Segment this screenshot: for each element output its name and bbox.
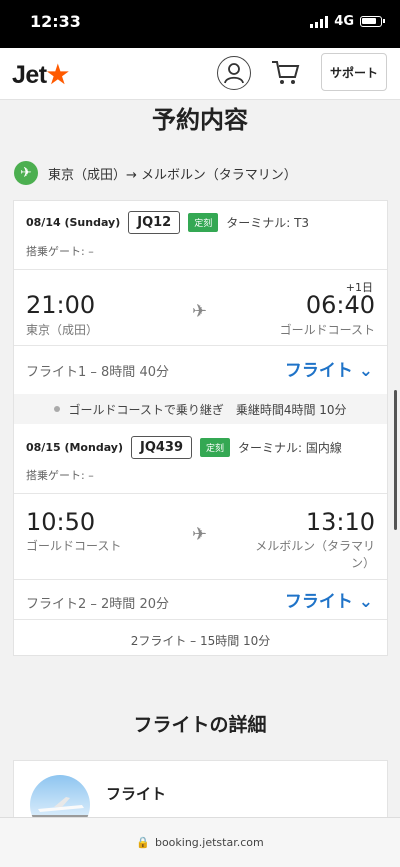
connection-text: ゴールドコーストで乗り継ぎ 乗継時間4時間 10分 [68, 402, 347, 417]
route-text: 東京（成田）→ メルボルン（タラマリン） [48, 167, 297, 183]
arrival-city: メルボルン（タラマリン） [255, 539, 375, 570]
logo-star-icon: ★ [46, 61, 69, 89]
flight-detail-label: フライト [106, 785, 167, 803]
section-title: フライトの詳細 [133, 714, 267, 736]
dot-icon [54, 406, 61, 412]
plane-icon: ✈ [192, 524, 208, 545]
divider [14, 493, 387, 494]
flight-number: JQ12 [128, 211, 181, 234]
departure-city: 東京（成田） [26, 323, 99, 337]
account-button[interactable] [217, 56, 251, 90]
page-title: 予約内容 [152, 106, 248, 134]
departure-time: 10:50 [26, 508, 96, 536]
url-bar[interactable]: 🔒 booking.jetstar.com [0, 817, 400, 867]
arrival-time: 13:10 [305, 508, 375, 536]
cart-icon [272, 61, 300, 84]
status-badge: 定刻 [200, 438, 231, 457]
support-button[interactable]: サポート [321, 53, 387, 91]
connection-info: ゴールドコーストで乗り継ぎ 乗継時間4時間 10分 [14, 394, 387, 424]
divider [14, 579, 387, 580]
segment-date: 08/15 (Monday) [26, 441, 123, 454]
network-label: 4G [334, 14, 354, 29]
arrival-time: 06:40 [305, 291, 375, 319]
segment-date: 08/14 (Sunday) [26, 216, 121, 229]
person-icon [224, 63, 244, 84]
signal-icon [310, 15, 329, 28]
departure-city: ゴールドコースト [26, 539, 122, 553]
scrollbar[interactable] [394, 390, 397, 530]
status-bar: 12:33 4G [0, 0, 400, 48]
divider [14, 269, 387, 270]
divider [14, 619, 387, 620]
terminal-label: ターミナル: T3 [226, 216, 310, 230]
flight-details-link[interactable]: フライト ⌄ [285, 356, 373, 381]
plane-icon: ✈ [192, 301, 208, 322]
status-time: 12:33 [30, 12, 81, 31]
itinerary-card: 08/14 (Sunday) JQ12 定刻 ターミナル: T3 搭乗ゲート: … [13, 200, 388, 656]
top-bar: Jet★ サポート [0, 48, 400, 100]
divider [14, 345, 387, 346]
route-summary: ✈ 東京（成田）→ メルボルン（タラマリン） [14, 160, 297, 186]
total-duration: 2フライト – 15時間 10分 [130, 634, 271, 648]
cart-button[interactable] [270, 57, 300, 91]
plane-icon: ✈ [14, 161, 38, 185]
arrival-city: ゴールドコースト [279, 323, 375, 337]
url-text: booking.jetstar.com [154, 836, 264, 849]
lock-icon: 🔒 [136, 836, 150, 849]
jetstar-logo[interactable]: Jet★ [12, 60, 69, 90]
terminal-label: ターミナル: 国内線 [238, 441, 342, 455]
segment-1-header: 08/14 (Sunday) JQ12 定刻 ターミナル: T3 [26, 211, 309, 234]
flight-number: JQ439 [130, 436, 193, 459]
segment-2-header: 08/15 (Monday) JQ439 定刻 ターミナル: 国内線 [26, 436, 342, 459]
flight-duration: フライト1 – 8時間 40分 [26, 365, 169, 380]
flight-details-link[interactable]: フライト ⌄ [285, 587, 373, 612]
status-badge: 定刻 [188, 213, 219, 232]
flight-duration: フライト2 – 2時間 20分 [26, 597, 169, 612]
departure-time: 21:00 [26, 291, 96, 319]
gate-label: 搭乗ゲート: – [26, 469, 94, 482]
battery-icon [360, 16, 385, 27]
gate-label: 搭乗ゲート: – [26, 245, 94, 258]
status-icons: 4G [310, 14, 385, 29]
